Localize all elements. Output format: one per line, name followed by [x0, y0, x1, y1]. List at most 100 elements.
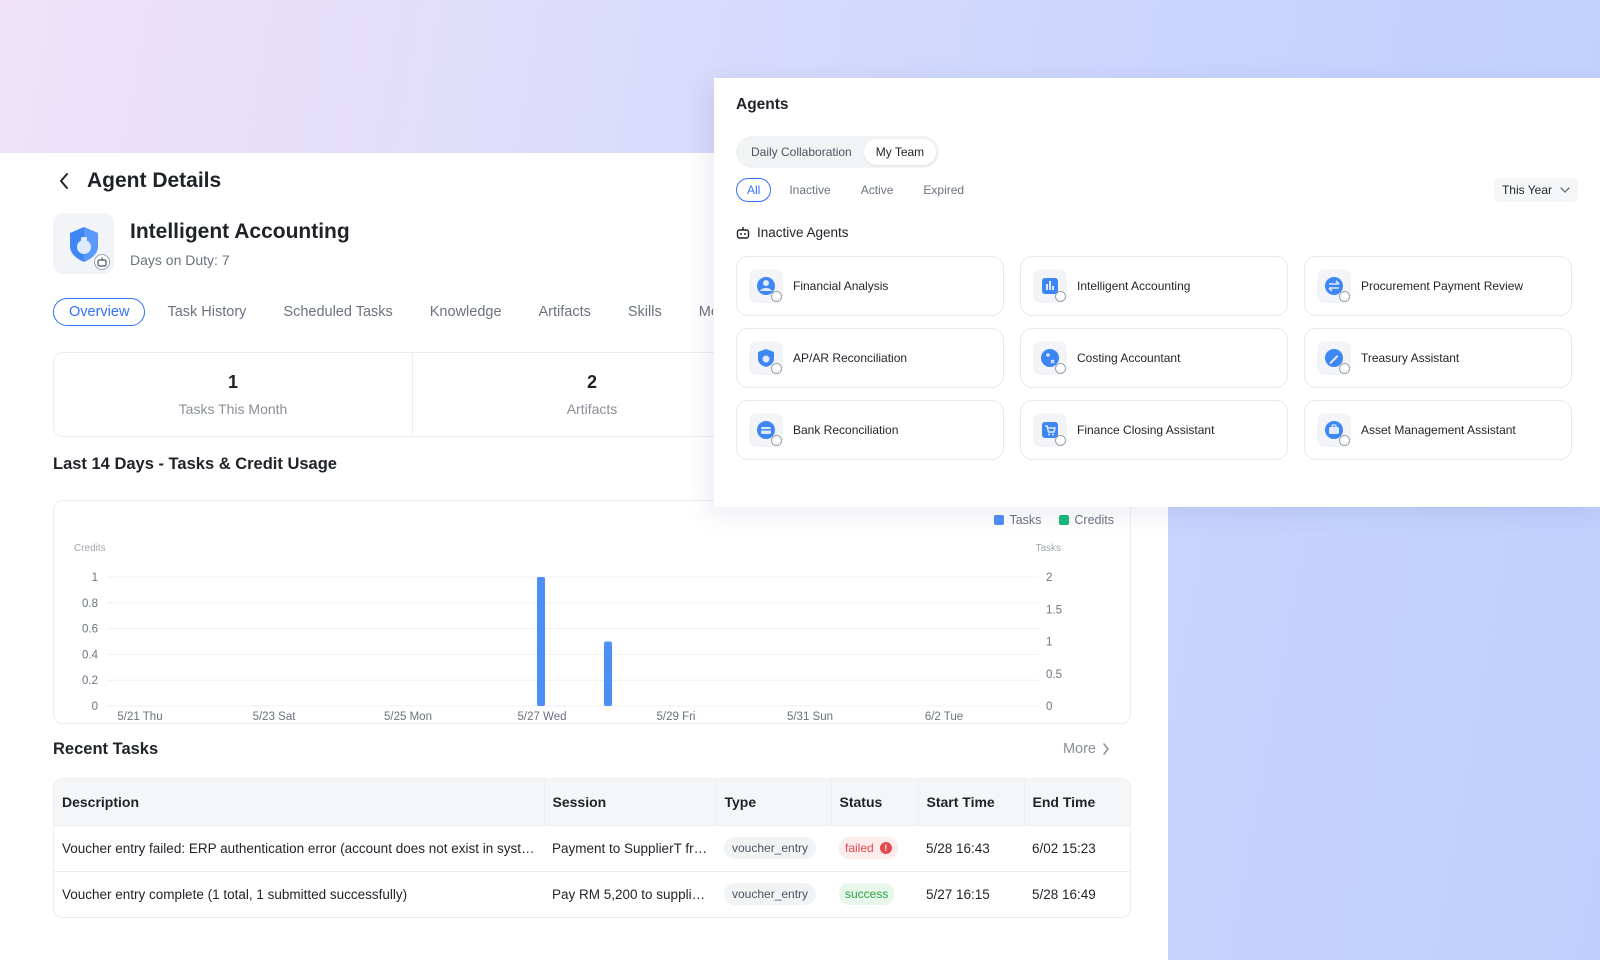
filter-active[interactable]: Active	[849, 178, 906, 202]
period-select-value: This Year	[1501, 183, 1552, 197]
agent-card-label: Intelligent Accounting	[1077, 279, 1191, 293]
right-axis-tick-label: 1	[1046, 637, 1052, 649]
filter-all[interactable]: All	[736, 178, 772, 202]
agent-header: Intelligent Accounting Days on Duty: 7	[53, 213, 350, 274]
filter-expired[interactable]: Expired	[911, 178, 976, 202]
more-label: More	[1062, 741, 1096, 757]
status-badge-success: success	[839, 883, 895, 906]
inactive-agents-header: Inactive Agents	[736, 225, 849, 240]
x-axis-tick-label: 5/25 Mon	[384, 711, 432, 723]
agent-card-icon	[1317, 269, 1351, 303]
back-button[interactable]	[53, 170, 75, 192]
tab-artifacts[interactable]: Artifacts	[521, 298, 609, 326]
left-axis-tick-label: 0.6	[82, 624, 98, 636]
agent-card-finance-closing-assistant[interactable]: Finance Closing Assistant	[1020, 400, 1288, 460]
stat-label: Tasks This Month	[178, 401, 288, 417]
column-header-end-time[interactable]: End Time	[1024, 779, 1130, 825]
agent-card-label: Bank Reconciliation	[793, 423, 899, 437]
table-header-row: Description Session Type Status Start Ti…	[54, 779, 1130, 825]
agent-card-icon	[749, 413, 783, 447]
right-axis-title: Tasks	[1035, 543, 1061, 554]
inactive-agents-label: Inactive Agents	[757, 225, 849, 240]
tab-memory[interactable]: Mer	[681, 298, 713, 326]
agents-panel: Agents Daily Collaboration My Team All I…	[714, 78, 1600, 507]
right-axis-tick-label: 2	[1046, 572, 1052, 584]
stat-label: Artifacts	[566, 401, 618, 417]
column-header-start-time[interactable]: Start Time	[918, 779, 1025, 825]
agent-name: Intelligent Accounting	[130, 219, 350, 243]
column-header-description[interactable]: Description	[54, 779, 545, 825]
filter-inactive[interactable]: Inactive	[777, 178, 842, 202]
agent-card-intelligent-accounting[interactable]: Intelligent Accounting	[1020, 256, 1288, 316]
robot-badge-icon	[771, 291, 782, 302]
agent-card-icon	[749, 341, 783, 375]
robot-badge-icon	[1339, 291, 1350, 302]
chart-section-title: Last 14 Days - Tasks & Credit Usage	[53, 455, 337, 473]
agent-card-costing-accountant[interactable]: Costing Accountant	[1020, 328, 1288, 388]
robot-badge-icon	[1339, 435, 1350, 446]
right-axis-tick-label: 1.5	[1046, 604, 1062, 616]
agent-card-icon	[749, 269, 783, 303]
chevron-right-icon	[1103, 743, 1109, 755]
robot-badge-icon	[94, 254, 110, 270]
table-row[interactable]: Voucher entry failed: ERP authentication…	[54, 824, 1130, 871]
task-description: Voucher entry complete (1 total, 1 submi…	[54, 870, 544, 917]
bar-tasks	[604, 641, 612, 706]
agent-card-label: Asset Management Assistant	[1361, 423, 1516, 437]
left-axis-tick-label: 0.4	[82, 649, 99, 661]
agent-card-treasury-assistant[interactable]: Treasury Assistant	[1304, 328, 1572, 388]
agent-card-grid: Financial Analysis Intelligent Accountin…	[736, 256, 1572, 460]
recent-tasks-table: Description Session Type Status Start Ti…	[53, 778, 1131, 918]
agent-card-asset-management-assistant[interactable]: Asset Management Assistant	[1304, 400, 1572, 460]
robot-badge-icon	[1055, 435, 1066, 446]
task-type-cell: voucher_entry	[716, 870, 831, 917]
usage-chart: Credits Tasks 0 0.2 0.4 0.6 0.8 1 0 0.5 1 1.5 2 5/21 …	[74, 543, 1062, 723]
left-axis-tick-label: 1	[92, 572, 98, 584]
left-axis-title: Credits	[74, 543, 106, 554]
agent-card-label: Finance Closing Assistant	[1077, 423, 1215, 437]
task-session: Pay RM 5,200 to supplier...	[544, 870, 716, 917]
column-header-status[interactable]: Status	[831, 779, 919, 825]
agent-card-financial-analysis[interactable]: Financial Analysis	[736, 256, 1004, 316]
agent-card-label: Procurement Payment Review	[1361, 279, 1524, 293]
agent-card-procurement-payment-review[interactable]: Procurement Payment Review	[1304, 256, 1572, 316]
segment-my-team[interactable]: My Team	[863, 139, 937, 165]
tab-scheduled-tasks[interactable]: Scheduled Tasks	[265, 298, 410, 326]
stat-value: 1	[227, 372, 238, 392]
column-header-session[interactable]: Session	[544, 779, 717, 825]
period-select[interactable]: This Year	[1493, 178, 1578, 202]
more-link[interactable]: More	[1063, 741, 1110, 757]
x-axis-tick-label: 5/27 Wed	[517, 711, 566, 723]
robot-icon	[736, 227, 750, 239]
task-type-tag: voucher_entry	[724, 837, 817, 859]
task-end-time: 6/02 15:23	[1024, 824, 1130, 871]
recent-tasks-title: Recent Tasks	[53, 740, 159, 758]
agent-card-label: Treasury Assistant	[1361, 351, 1460, 365]
tab-knowledge[interactable]: Knowledge	[412, 298, 520, 326]
robot-badge-icon	[771, 435, 782, 446]
robot-badge-icon	[1339, 363, 1350, 374]
agent-card-bank-reconciliation[interactable]: Bank Reconciliation	[736, 400, 1004, 460]
bar-tasks	[537, 577, 545, 706]
x-axis-tick-label: 5/23 Sat	[253, 711, 297, 723]
task-description: Voucher entry failed: ERP authentication…	[54, 824, 544, 871]
tab-overview[interactable]: Overview	[53, 298, 146, 326]
status-label: failed	[845, 841, 874, 855]
segment-daily-collaboration[interactable]: Daily Collaboration	[739, 139, 864, 165]
status-badge-failed[interactable]: failed !	[839, 837, 898, 859]
agent-card-icon	[1033, 269, 1067, 303]
agents-panel-title: Agents	[736, 96, 789, 113]
left-axis-tick-label: 0	[92, 701, 98, 713]
agent-card-ap-ar-reconciliation[interactable]: AP/AR Reconciliation	[736, 328, 1004, 388]
detail-tabs: Overview Task History Scheduled Tasks Kn…	[53, 298, 713, 326]
table-row[interactable]: Voucher entry complete (1 total, 1 submi…	[54, 870, 1130, 917]
column-header-type[interactable]: Type	[716, 779, 832, 825]
tab-skills[interactable]: Skills	[610, 298, 680, 326]
tab-task-history[interactable]: Task History	[149, 298, 264, 326]
error-info-icon[interactable]: !	[879, 842, 892, 854]
task-status-cell: failed !	[831, 824, 918, 871]
chevron-left-icon	[60, 173, 68, 189]
task-type-tag: voucher_entry	[724, 883, 817, 906]
agent-avatar	[53, 213, 114, 274]
task-type-cell: voucher_entry	[716, 824, 831, 871]
